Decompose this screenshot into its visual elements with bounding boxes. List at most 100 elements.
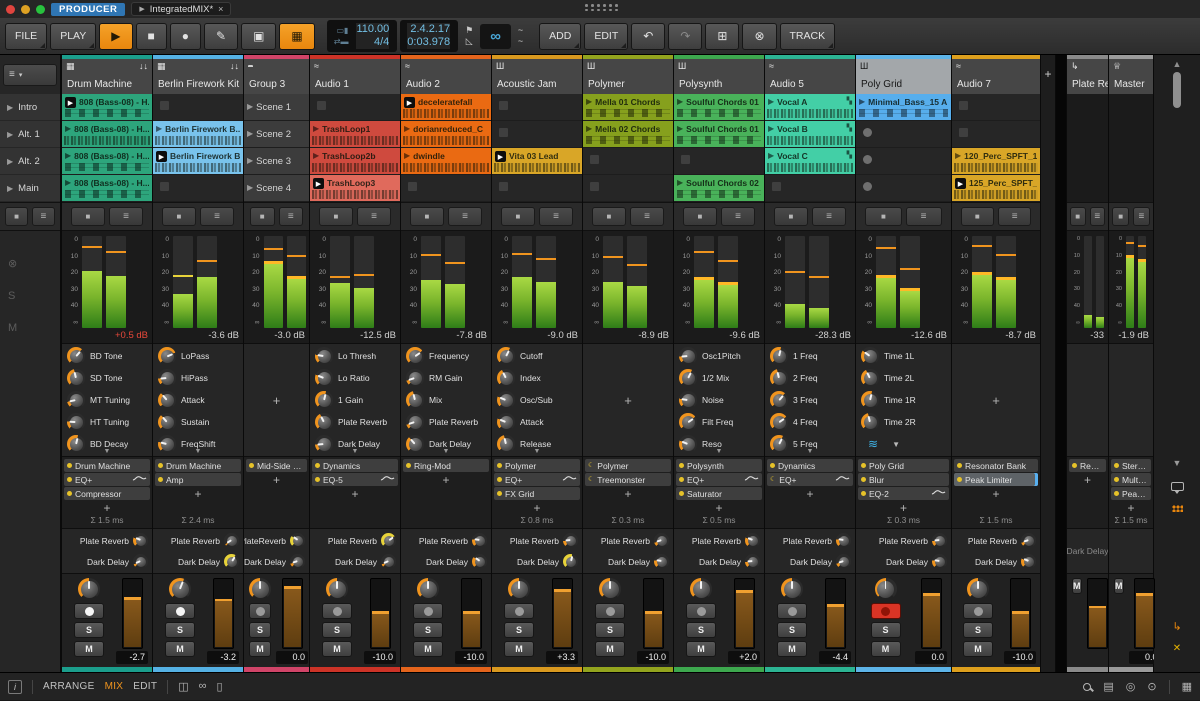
clip-slot[interactable]: ▶ Minimal_Bass_15 A: [856, 94, 951, 120]
device-item[interactable]: Polysynth: [676, 459, 762, 472]
device-enabled-icon[interactable]: [67, 491, 72, 496]
track-slot-menu-button[interactable]: ≡: [905, 207, 942, 226]
clip-slot[interactable]: ▶125_Perc_SPFT_11: [952, 175, 1040, 201]
track-stop-button[interactable]: ■: [161, 207, 196, 226]
track-stop-button[interactable]: ■: [960, 207, 994, 226]
remote-knob[interactable]: [861, 369, 879, 387]
send-knob[interactable]: [133, 533, 148, 548]
remote-knob[interactable]: [679, 347, 697, 365]
clip-slot[interactable]: ▶ Berlin Firework B...: [153, 148, 243, 174]
clip-slot[interactable]: ▶ 808 (Bass-08) - H...: [62, 175, 152, 201]
add-device-plus[interactable]: +: [244, 473, 309, 487]
track-header[interactable]: ≈ Audio 2: [401, 55, 491, 94]
track-stop-button[interactable]: ■: [500, 207, 535, 226]
send-slot[interactable]: Dark Delay: [952, 552, 1040, 571]
fader-value[interactable]: -10.0: [1004, 651, 1036, 664]
tempo-value[interactable]: 110.00: [356, 23, 389, 36]
empty-slot-stop-icon[interactable]: [499, 128, 508, 137]
remote-knob[interactable]: [158, 347, 176, 365]
volume-fader[interactable]: [460, 578, 482, 649]
remote-knob[interactable]: [679, 413, 697, 431]
track-header[interactable]: ▦ ↓↓ Berlin Firework Kit: [153, 55, 243, 94]
send-slot[interactable]: Dark Delay: [401, 552, 491, 571]
device-enabled-icon[interactable]: [679, 491, 684, 496]
device-enabled-icon[interactable]: [679, 463, 684, 468]
clip-slot[interactable]: ▶ 808 (Bass-08) - H...: [62, 148, 152, 174]
device-enabled-icon[interactable]: [861, 477, 866, 482]
mute-button[interactable]: M: [413, 641, 443, 657]
track-header[interactable]: ♕ Master: [1109, 55, 1153, 94]
track-header[interactable]: Group 3: [244, 55, 309, 94]
empty-slot-record-icon[interactable]: [863, 182, 872, 191]
send-slot[interactable]: Plate Reverb: [492, 531, 582, 550]
solo-button[interactable]: S: [413, 622, 443, 638]
clip-slot[interactable]: [856, 121, 951, 147]
track-header[interactable]: Ш Polysynth: [674, 55, 764, 94]
remote-knob[interactable]: [497, 391, 515, 409]
stop-all-clips-button[interactable]: ■: [5, 207, 28, 226]
remote-page-arrow-icon[interactable]: ▼: [492, 448, 582, 455]
undo-button[interactable]: ↶: [631, 22, 666, 50]
record-arm-button[interactable]: [777, 603, 807, 619]
chevron-down-icon[interactable]: ▼: [892, 440, 900, 449]
add-menu-button[interactable]: ADD: [539, 22, 582, 50]
send-slot[interactable]: Plate Reverb: [674, 531, 764, 550]
clip-slot[interactable]: [583, 175, 673, 201]
clip-play-icon[interactable]: ▶: [768, 97, 774, 107]
track-stop-button[interactable]: ■: [70, 207, 105, 226]
punch-metronome-icons[interactable]: ⚑ ◺: [461, 26, 477, 46]
remote-knob[interactable]: [158, 413, 176, 431]
clip-play-icon[interactable]: ▶: [65, 151, 71, 161]
track-stop-button[interactable]: ■: [409, 207, 444, 226]
remote-knob[interactable]: [315, 347, 333, 365]
clip-slot[interactable]: [310, 94, 400, 120]
clip-slot[interactable]: ▶ TrashLoop3: [310, 175, 400, 201]
device-item[interactable]: Drum Machine: [64, 459, 150, 472]
record-arm-button[interactable]: [595, 603, 625, 619]
clip-play-icon[interactable]: ▶: [859, 97, 865, 107]
remote-knob[interactable]: [158, 391, 176, 409]
volume-fader[interactable]: [369, 578, 391, 649]
track-slot-menu-button[interactable]: ≡: [448, 207, 483, 226]
send-knob[interactable]: [563, 554, 578, 569]
send-slot[interactable]: Plate Reverb: [856, 531, 951, 550]
remote-knob[interactable]: [406, 347, 424, 365]
send-slot[interactable]: Plate Reverb: [310, 531, 400, 550]
clip-slot[interactable]: ▶ Berlin Firework B...: [153, 121, 243, 147]
solo-button[interactable]: S: [322, 622, 352, 638]
clip-slot[interactable]: [153, 175, 243, 201]
send-slot[interactable]: Dark Delay: [1067, 542, 1108, 561]
remote-knob[interactable]: [497, 369, 515, 387]
device-item[interactable]: Reverb: [1069, 459, 1106, 472]
solo-button[interactable]: S: [686, 622, 716, 638]
fader-value[interactable]: -10.0: [455, 651, 487, 664]
volume-fader[interactable]: [1009, 578, 1031, 649]
remote-knob[interactable]: [679, 391, 697, 409]
empty-slot-stop-icon[interactable]: [160, 182, 169, 191]
send-knob[interactable]: [472, 554, 487, 569]
remote-knob[interactable]: [158, 369, 176, 387]
track-header[interactable]: ▦ ↓↓ Drum Machine: [62, 55, 152, 94]
mute-button[interactable]: M: [1114, 578, 1124, 594]
device-item[interactable]: EQ+: [64, 473, 150, 486]
clip-playing-icon[interactable]: ▶: [404, 97, 415, 108]
fader-value[interactable]: -4.4: [819, 651, 851, 664]
device-item[interactable]: Mid-Side Split: [246, 459, 307, 472]
remote-knob[interactable]: [67, 391, 85, 409]
remote-knob[interactable]: [315, 413, 333, 431]
solo-button[interactable]: S: [249, 622, 271, 638]
send-knob[interactable]: [563, 533, 578, 548]
device-item[interactable]: FX Grid: [494, 487, 580, 500]
device-enabled-icon[interactable]: [315, 477, 320, 482]
device-enabled-icon[interactable]: [497, 491, 502, 496]
panel-collapse-icon[interactable]: ▼: [1173, 458, 1182, 468]
scene-play-icon[interactable]: ▶: [247, 129, 253, 139]
clip-play-icon[interactable]: ▶: [586, 97, 592, 107]
send-slot[interactable]: Dark Delay: [244, 552, 309, 571]
track-header[interactable]: ≈ Audio 5: [765, 55, 855, 94]
remote-knob[interactable]: [770, 391, 788, 409]
solo-button[interactable]: S: [963, 622, 993, 638]
scene-row-intro[interactable]: ▶ Intro: [0, 94, 60, 120]
metronome-icon[interactable]: ◺: [465, 37, 473, 46]
scene-play-icon[interactable]: ▶: [7, 157, 13, 166]
